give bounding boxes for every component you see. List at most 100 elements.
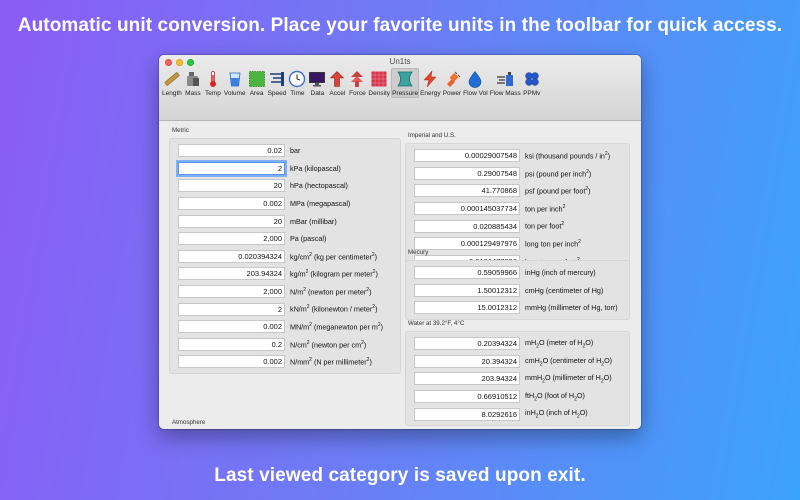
unit-label: hPa (hectopascal) — [290, 181, 348, 191]
headline-bottom: Last viewed category is saved upon exit. — [214, 465, 586, 486]
unit-value-field[interactable] — [178, 267, 285, 281]
toolbar-item-speed[interactable]: Speed — [267, 68, 288, 98]
window-title: Un1ts — [389, 57, 411, 66]
toolbar-item-temp[interactable]: Temp — [203, 68, 223, 98]
unit-row: cmH2O (centimeter of H2O) — [414, 353, 629, 371]
unit-value-field[interactable] — [178, 144, 285, 158]
unit-label: MPa (megapascal) — [290, 199, 351, 209]
toolbar-item-mass[interactable]: Mass — [183, 68, 203, 98]
toolbar-item-data[interactable]: Data — [307, 68, 327, 98]
unit-value-field[interactable] — [414, 390, 520, 404]
unit-row: mmHg (millimeter of Hg, torr) — [414, 299, 629, 317]
plug-icon — [443, 70, 461, 88]
toolbar-item-flow-vol[interactable]: Flow Vol — [462, 68, 489, 98]
unit-label: inHg (inch of mercury) — [525, 268, 596, 278]
unit-value-field[interactable] — [178, 337, 285, 351]
unit-value-field[interactable] — [414, 372, 520, 386]
toolbar-item-label: Volume — [223, 90, 246, 97]
unit-label: N/mm2 (N per millimeter2) — [290, 357, 372, 367]
app-window: Un1ts Length Mass Temp Volume Area Speed Time D… — [159, 55, 641, 429]
unit-value-field[interactable] — [414, 219, 520, 233]
unit-label: psi (pound per inch2) — [525, 168, 592, 179]
lightning-icon — [421, 70, 439, 88]
flow-mass-icon — [496, 70, 514, 88]
unit-label: Pa (pascal) — [290, 234, 327, 244]
unit-value-field[interactable] — [178, 285, 285, 299]
drop-icon — [466, 70, 484, 88]
arrow-up-icon — [328, 70, 346, 88]
toolbar-item-time[interactable]: Time — [287, 68, 307, 98]
toolbar-item-force[interactable]: Force — [347, 68, 367, 98]
toolbar-item-label: Time — [290, 90, 305, 97]
unit-row: kPa (kilopascal) — [178, 160, 400, 178]
unit-value-field[interactable] — [178, 179, 285, 193]
toolbar-item-power[interactable]: Power — [442, 68, 462, 98]
unit-label: ksi (thousand pounds / in2) — [525, 151, 611, 161]
water-group: Water at 39.2°F, 4°C mH2O (meter of H2O) c… — [405, 320, 630, 426]
unit-label: long ton per inch2 — [525, 239, 581, 249]
unit-value-field[interactable] — [414, 184, 520, 198]
unit-value-field[interactable] — [414, 407, 520, 421]
toolbar-item-density[interactable]: Density — [367, 68, 391, 98]
unit-value-field[interactable] — [414, 301, 520, 315]
group-title: Water at 39.2°F, 4°C — [408, 320, 465, 327]
toolbar-item-label: Mass — [185, 90, 201, 97]
toolbar-item-label: Force — [349, 90, 366, 97]
unit-row: inH2O (inch of H2O) — [414, 405, 629, 423]
group-box: inHg (inch of mercury) cmHg (centimeter o… — [405, 260, 630, 320]
unit-row: mmH2O (millimeter of H2O) — [414, 370, 629, 388]
toolbar-item-label: Power — [442, 90, 462, 97]
unit-row: inHg (inch of mercury) — [414, 264, 629, 282]
headline-top: Automatic unit conversion. Place your fa… — [17, 15, 783, 36]
group-box: bar kPa (kilopascal) hPa (hectopascal) MPa … — [169, 138, 401, 374]
unit-label: cmH2O (centimeter of H2O) — [525, 355, 613, 368]
unit-label: N/cm2 (newton per cm2) — [290, 339, 367, 350]
titlebar: Un1ts Length Mass Temp Volume Area Speed Time D… — [159, 55, 641, 121]
unit-label: ton per inch2 — [525, 203, 566, 214]
unit-value-field[interactable] — [178, 320, 285, 334]
unit-value-field[interactable] — [414, 354, 520, 368]
mercury-group: Mecury inHg (inch of mercury) cmHg (centim… — [405, 249, 630, 320]
toolbar-item-volume[interactable]: Volume — [223, 68, 247, 98]
toolbar-item-ppmv[interactable]: PPMv — [522, 68, 542, 98]
group-title: Metric — [172, 127, 189, 134]
unit-row: ftH2O (foot of H2O) — [414, 388, 629, 406]
toolbar-item-pressure[interactable]: Pressure — [391, 68, 420, 98]
unit-value-field[interactable] — [414, 283, 520, 297]
unit-value-field[interactable] — [414, 202, 520, 216]
unit-value-field[interactable] — [178, 214, 285, 228]
unit-value-field[interactable] — [414, 266, 520, 280]
unit-value-field[interactable] — [414, 337, 520, 351]
toolbar-item-label: Density — [368, 90, 391, 97]
unit-value-field[interactable] — [178, 302, 285, 316]
unit-value-field[interactable] — [178, 249, 285, 263]
unit-value-field[interactable] — [178, 232, 285, 246]
unit-row: kN/m2 (kilonewton / meter2) — [178, 300, 400, 318]
toolbar-item-area[interactable]: Area — [247, 68, 267, 98]
unit-label: kg/cm2 (kg per centimeter2) — [290, 251, 378, 262]
unit-label: cmHg (centimeter of Hg) — [525, 285, 604, 295]
toolbar-item-label: Temp — [204, 90, 221, 97]
pressure-icon — [396, 70, 414, 88]
unit-row: MN/m2 (meganewton per m2) — [178, 318, 400, 336]
unit-value-field[interactable] — [414, 166, 520, 180]
green-square-icon — [248, 70, 266, 88]
toolbar-item-energy[interactable]: Energy — [419, 68, 442, 98]
unit-value-field[interactable] — [178, 161, 285, 175]
grid-square-icon — [370, 70, 388, 88]
toolbar-item-length[interactable]: Length — [161, 68, 183, 98]
unit-label: MN/m2 (meganewton per m2) — [290, 322, 384, 332]
group-title: Mecury — [408, 249, 429, 256]
unit-row: N/m2 (newton per meter2) — [178, 283, 400, 301]
toolbar-item-accel[interactable]: Accel — [327, 68, 347, 98]
molecule-icon — [523, 70, 541, 88]
unit-value-field[interactable] — [178, 197, 285, 211]
unit-row: bar — [178, 142, 400, 160]
unit-value-field[interactable] — [178, 355, 285, 369]
unit-value-field[interactable] — [414, 149, 520, 163]
unit-label: mmH2O (millimeter of H2O) — [525, 373, 612, 385]
unit-row: psf (pound per foot2) — [414, 182, 629, 200]
toolbar-item-flow-mass[interactable]: Flow Mass — [489, 68, 522, 98]
beaker-icon — [226, 70, 244, 88]
content-area: Metric bar kPa (kilopascal) hPa (hectopasca… — [159, 122, 641, 429]
